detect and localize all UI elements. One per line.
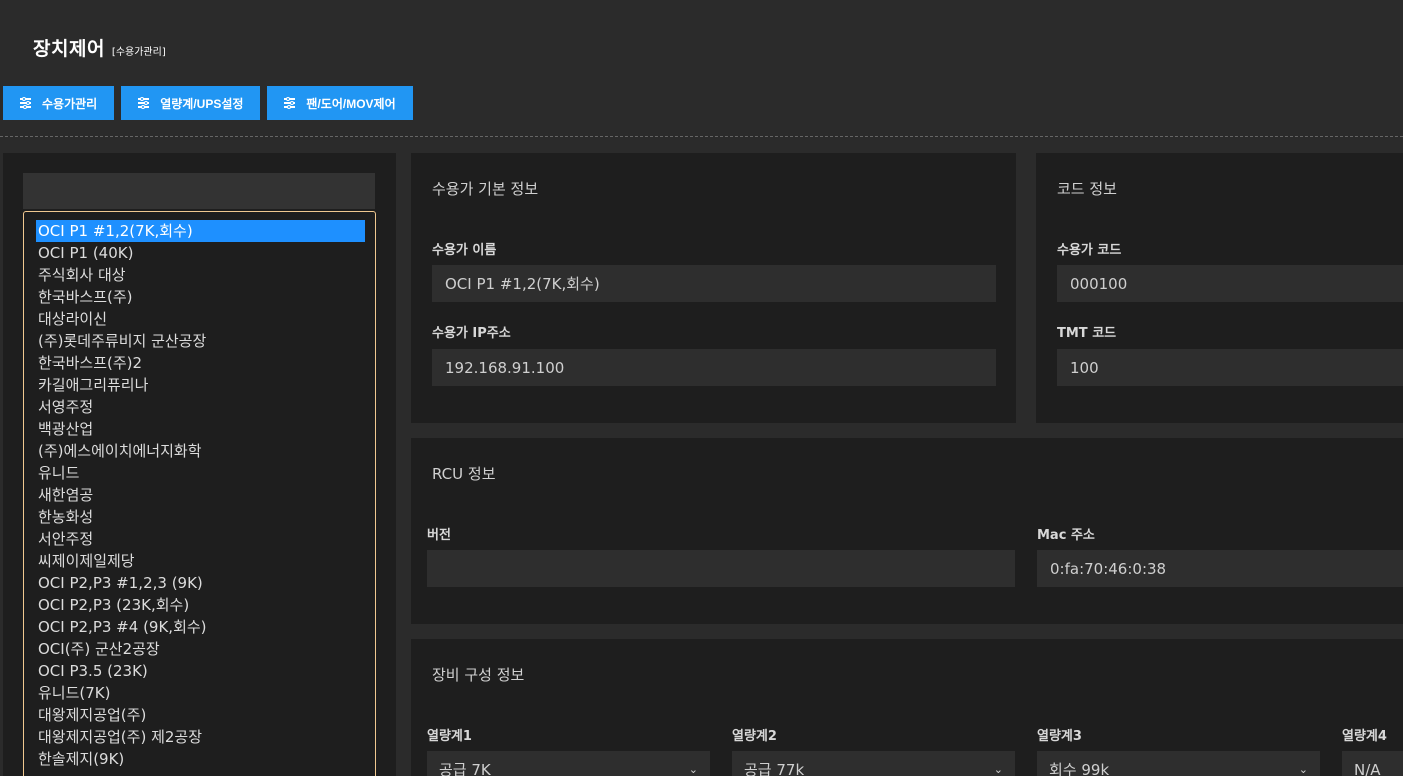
chevron-down-icon: ⌄ <box>688 763 698 776</box>
sliders-icon <box>20 97 33 109</box>
customer-list-item[interactable]: OCI(주) 군산2공장 <box>24 638 375 660</box>
customer-list-item[interactable]: 한국바스프(주) <box>24 286 375 308</box>
chevron-down-icon: ⌄ <box>993 763 1003 776</box>
heat-meter-2-label: 열량계2 <box>732 729 777 744</box>
customer-list-panel: OCI P1 #1,2(7K,회수) OCI P1 (40K) 주식회사 대상 한국바… <box>3 153 396 776</box>
customer-management-button[interactable]: 수용가관리 <box>3 86 115 120</box>
customer-list-item[interactable]: 서안주정 <box>24 528 375 550</box>
sliders-icon <box>138 97 151 109</box>
customer-list-item[interactable]: OCI P2,P3 #1,2,3 (9K) <box>24 572 375 594</box>
page-title: 장치제어 <box>33 38 105 60</box>
customer-list-item[interactable]: 대왕제지공업(주) 제2공장 <box>24 726 375 748</box>
mac-address-field[interactable]: 0:fa:70:46:0:38 <box>1037 550 1403 587</box>
customer-list-item[interactable]: 백광산업 <box>24 418 375 440</box>
heat-meter-2-select[interactable]: 공급 77k ⌄ <box>732 751 1015 776</box>
dashed-divider <box>0 136 1403 137</box>
code-info-title: 코드 정보 <box>1057 180 1117 198</box>
customer-code-label: 수용가 코드 <box>1057 243 1122 258</box>
title-row: 장치제어 [수용가관리] <box>33 34 166 61</box>
equipment-info-card: 장비 구성 정보 열량계1 공급 7K ⌄ 열량계2 공급 77k ⌄ 열량계3… <box>411 639 1403 776</box>
tmt-code-field[interactable]: 100 <box>1057 349 1403 386</box>
customer-search-input[interactable] <box>23 173 375 209</box>
customer-list-item[interactable]: 대상라이신 <box>24 308 375 330</box>
customer-name-label: 수용가 이름 <box>432 243 497 258</box>
customer-management-label: 수용가관리 <box>42 96 98 111</box>
customer-list-item[interactable]: 서영주정 <box>24 396 375 418</box>
customer-list-item[interactable]: 카길애그리퓨리나 <box>24 374 375 396</box>
fan-door-mov-control-label: 팬/도어/MOV제어 <box>306 96 396 111</box>
customer-list-item[interactable]: 유니드 <box>24 462 375 484</box>
rcu-version-label: 버전 <box>427 528 451 543</box>
customer-ip-field[interactable]: 192.168.91.100 <box>432 349 996 386</box>
customer-list-item[interactable]: 한솔제지(9K) <box>24 748 375 770</box>
customer-name-field[interactable]: OCI P1 #1,2(7K,회수) <box>432 265 996 302</box>
customer-list-item[interactable]: 새한염공 <box>24 484 375 506</box>
customer-list-item[interactable]: OCI P3.5 (23K) <box>24 660 375 682</box>
code-info-card: 코드 정보 수용가 코드 000100 TMT 코드 100 <box>1036 153 1403 423</box>
heat-meter-ups-settings-button[interactable]: 열량계/UPS설정 <box>121 86 261 120</box>
heat-meter-4-value: N/A <box>1354 760 1381 776</box>
customer-list[interactable]: OCI P1 #1,2(7K,회수) OCI P1 (40K) 주식회사 대상 한국바… <box>23 211 376 776</box>
customer-code-field[interactable]: 000100 <box>1057 265 1403 302</box>
heat-meter-3-value: 회수 99k <box>1049 761 1110 776</box>
heat-meter-4-label: 열량계4 <box>1342 729 1387 744</box>
chevron-down-icon: ⌄ <box>1298 763 1308 776</box>
device-control-page: 장치제어 [수용가관리] 수용가관리 열량계/UPS설정 팬/도어/MOV제어 … <box>0 0 1403 776</box>
heat-meter-2-value: 공급 77k <box>744 761 805 776</box>
fan-door-mov-control-button[interactable]: 팬/도어/MOV제어 <box>267 86 413 120</box>
customer-list-item[interactable]: (주)롯데주류비지 군산공장 <box>24 330 375 352</box>
sliders-icon <box>284 97 297 109</box>
customer-list-item[interactable]: (주)에스에이치에너지화학 <box>24 440 375 462</box>
customer-list-item[interactable]: OCI P1 #1,2(7K,회수) <box>36 220 365 242</box>
heat-meter-ups-settings-label: 열량계/UPS설정 <box>160 96 244 111</box>
customer-ip-label: 수용가 IP주소 <box>432 326 511 341</box>
customer-list-item[interactable]: OCI P2,P3 #4 (9K,회수) <box>24 616 375 638</box>
heat-meter-1-select[interactable]: 공급 7K ⌄ <box>427 751 710 776</box>
heat-meter-4-select[interactable]: N/A <box>1342 751 1403 776</box>
basic-info-card: 수용가 기본 정보 수용가 이름 OCI P1 #1,2(7K,회수) 수용가 … <box>411 153 1016 423</box>
customer-list-item[interactable]: OCI P1 (40K) <box>24 242 375 264</box>
customer-list-item[interactable]: 씨제이제일제당 <box>24 550 375 572</box>
customer-list-item[interactable]: 한국바스프(주)2 <box>24 352 375 374</box>
mac-address-label: Mac 주소 <box>1037 528 1095 543</box>
heat-meter-3-select[interactable]: 회수 99k ⌄ <box>1037 751 1320 776</box>
rcu-info-card: RCU 정보 버전 Mac 주소 0:fa:70:46:0:38 <box>411 438 1403 624</box>
basic-info-title: 수용가 기본 정보 <box>432 180 539 198</box>
rcu-info-title: RCU 정보 <box>432 465 496 483</box>
heat-meter-1-value: 공급 7K <box>439 761 491 776</box>
tmt-code-label: TMT 코드 <box>1057 326 1117 341</box>
page-subtitle: [수용가관리] <box>111 47 166 58</box>
heat-meter-3-label: 열량계3 <box>1037 729 1082 744</box>
customer-list-item[interactable]: 대왕제지공업(주) <box>24 704 375 726</box>
equipment-info-title: 장비 구성 정보 <box>432 666 525 684</box>
customer-list-item[interactable]: 한농화성 <box>24 506 375 528</box>
rcu-version-field[interactable] <box>427 550 1015 587</box>
toolbar: 수용가관리 열량계/UPS설정 팬/도어/MOV제어 <box>3 86 413 120</box>
heat-meter-1-label: 열량계1 <box>427 729 472 744</box>
customer-list-item[interactable]: OCI P2,P3 (23K,회수) <box>24 594 375 616</box>
customer-list-item[interactable]: 주식회사 대상 <box>24 264 375 286</box>
customer-list-item[interactable]: 유니드(7K) <box>24 682 375 704</box>
